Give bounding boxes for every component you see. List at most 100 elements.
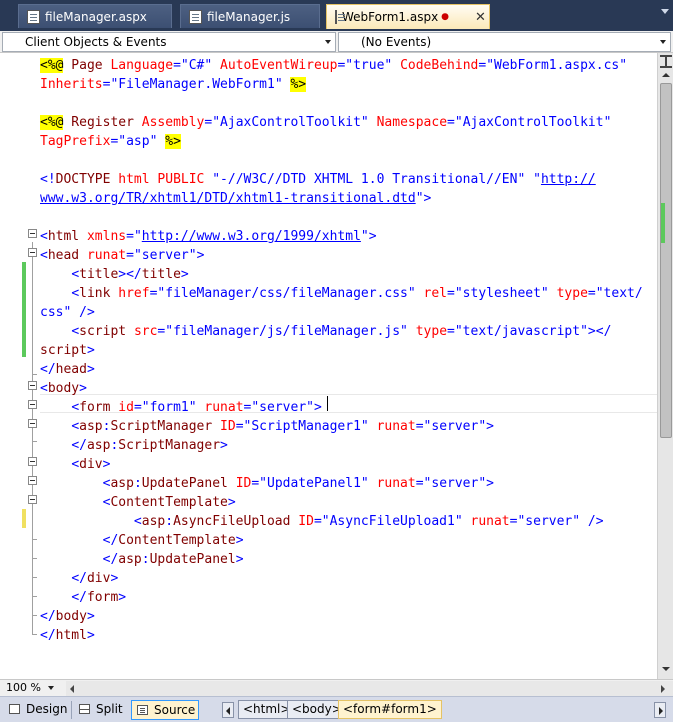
code-token: AutoEventWireup (220, 58, 338, 73)
scroll-up-icon[interactable] (662, 73, 670, 77)
tab-list-dropdown-icon[interactable] (661, 9, 669, 14)
code-line[interactable]: <asp:UpdatePanel ID="UpdatePanel1" runat… (40, 474, 494, 493)
tab-webform1-aspx[interactable]: WebForm1.aspx ● ✕ (326, 4, 490, 29)
code-line[interactable]: </html> (40, 626, 95, 645)
code-line[interactable]: </body> (40, 607, 95, 626)
chevron-down-icon[interactable] (48, 686, 54, 690)
tab-filemanager-js[interactable]: fileManager.js (180, 4, 320, 28)
code-token: href (118, 286, 150, 301)
chevron-down-icon[interactable] (660, 40, 666, 44)
collapse-toggle-icon[interactable] (28, 476, 37, 485)
client-objects-combo[interactable]: Client Objects & Events (2, 32, 336, 52)
code-token: <! (40, 172, 56, 187)
design-view-button[interactable]: Design (4, 700, 68, 720)
code-token: "true" (345, 58, 393, 73)
code-line[interactable]: </asp:ScriptManager> (40, 436, 228, 455)
code-token: type (415, 324, 448, 339)
code-token: </ (40, 609, 56, 624)
code-token: runat (470, 514, 510, 529)
collapse-toggle-icon[interactable] (28, 495, 37, 504)
code-token: ID (298, 514, 314, 529)
collapse-toggle-icon[interactable] (28, 229, 37, 238)
code-token[interactable]: http:// (541, 172, 596, 187)
chevron-down-icon[interactable] (325, 40, 331, 44)
code-line[interactable]: <%@ Page Language="C#" AutoEventWireup="… (40, 56, 627, 75)
code-token: < (40, 248, 48, 263)
code-token: head (55, 362, 87, 377)
code-line[interactable]: <div> (40, 455, 110, 474)
tab-filemanager-aspx[interactable]: fileManager.aspx (18, 4, 172, 28)
code-line[interactable]: <asp:ScriptManager ID="ScriptManager1" r… (40, 417, 494, 436)
divider (71, 701, 72, 719)
scroll-thumb[interactable] (660, 83, 672, 438)
code-token: "WebForm1.aspx.cs" (486, 58, 628, 73)
code-token: asp (86, 438, 111, 453)
code-token: "server" (517, 514, 581, 529)
scroll-right-icon[interactable] (661, 685, 665, 693)
code-line[interactable]: </ContentTemplate> (40, 531, 244, 550)
code-line[interactable]: <link href = "fileManager/css/fileManager.… (40, 284, 642, 303)
code-token: html (55, 628, 87, 643)
events-combo[interactable]: (No Events) (338, 32, 671, 52)
code-token: " (415, 191, 424, 206)
code-token: UpdatePanel (141, 476, 228, 491)
code-line[interactable]: <asp:AsyncFileUpload ID="AsyncFileUpload… (40, 512, 604, 531)
tag-nav-left-icon[interactable] (222, 702, 234, 718)
code-editor[interactable]: <%@ Page Language="C#" AutoEventWireup="… (0, 53, 657, 679)
fold-end (32, 634, 37, 635)
code-token: type (556, 286, 588, 301)
split-view-button[interactable]: Split (74, 700, 128, 720)
view-status-bar: Design Split Source <html> <body> <form#… (0, 696, 673, 722)
scroll-left-icon[interactable] (70, 685, 74, 693)
code-line[interactable]: <title></title> (40, 265, 188, 284)
code-line[interactable]: <%@ Register Assembly="AjaxControlToolki… (40, 113, 611, 132)
code-token: title (79, 267, 119, 282)
code-token: DOCTYPE (55, 172, 111, 187)
code-token: ScriptManager (118, 438, 221, 453)
code-token: < (40, 229, 48, 244)
code-token: </ (40, 628, 56, 643)
code-line[interactable]: <ContentTemplate> (40, 493, 236, 512)
code-line[interactable]: <html xmlns="http://www.w3.org/1999/xhtm… (40, 227, 377, 246)
source-view-button[interactable]: Source (131, 700, 199, 720)
code-line[interactable]: css" /> (40, 303, 95, 322)
code-token: "AsyncFileUpload1" (321, 514, 463, 529)
code-line[interactable]: <form id="form1" runat="server"> (40, 398, 322, 417)
code-line[interactable]: </head> (40, 360, 95, 379)
code-token: > (102, 457, 111, 472)
zoom-combo[interactable]: 100 % (2, 680, 64, 696)
code-token: </ (40, 362, 56, 377)
close-tab-icon[interactable]: ✕ (475, 10, 486, 25)
code-token: script (79, 324, 127, 339)
code-line[interactable]: </form> (40, 588, 126, 607)
scroll-down-icon[interactable] (662, 667, 670, 671)
code-token[interactable]: www.w3.org/TR/xhtml1/DTD/xhtml1-transiti… (40, 191, 416, 206)
collapse-toggle-icon[interactable] (28, 400, 37, 409)
collapse-toggle-icon[interactable] (28, 248, 37, 257)
tab-label: fileManager.aspx (45, 9, 147, 24)
code-line[interactable]: <!DOCTYPE html PUBLIC "-//W3C//DTD XHTML… (40, 170, 596, 189)
collapse-toggle-icon[interactable] (28, 381, 37, 390)
collapse-toggle-icon[interactable] (28, 419, 37, 428)
vertical-scrollbar[interactable] (657, 53, 673, 679)
code-token[interactable]: http://www.w3.org/1999/xhtml (142, 229, 361, 244)
code-line[interactable]: script> (40, 341, 95, 360)
code-line[interactable]: </div> (40, 569, 118, 588)
split-handle-icon[interactable] (660, 55, 672, 68)
code-token: = (447, 115, 455, 130)
code-line[interactable]: Inherits="FileManager.WebForm1" %> (40, 75, 307, 94)
code-line[interactable]: <head runat="server"> (40, 246, 204, 265)
code-token: "C#" (180, 58, 213, 73)
code-line[interactable]: </asp:UpdatePanel> (40, 550, 244, 569)
code-line[interactable]: TagPrefix="asp" %> (40, 132, 181, 151)
tag-nav-right-icon[interactable] (654, 702, 666, 718)
code-line[interactable]: <script src = "fileManager/js/fileManager.… (40, 322, 611, 341)
breadcrumb-form[interactable]: <form#form1> (338, 700, 442, 719)
collapse-toggle-icon[interactable] (28, 457, 37, 466)
horizontal-scrollbar[interactable] (66, 681, 673, 696)
code-token: link (79, 286, 111, 301)
code-line[interactable]: www.w3.org/TR/xhtml1/DTD/xhtml1-transiti… (40, 189, 431, 208)
code-line[interactable]: <body> (40, 379, 87, 398)
